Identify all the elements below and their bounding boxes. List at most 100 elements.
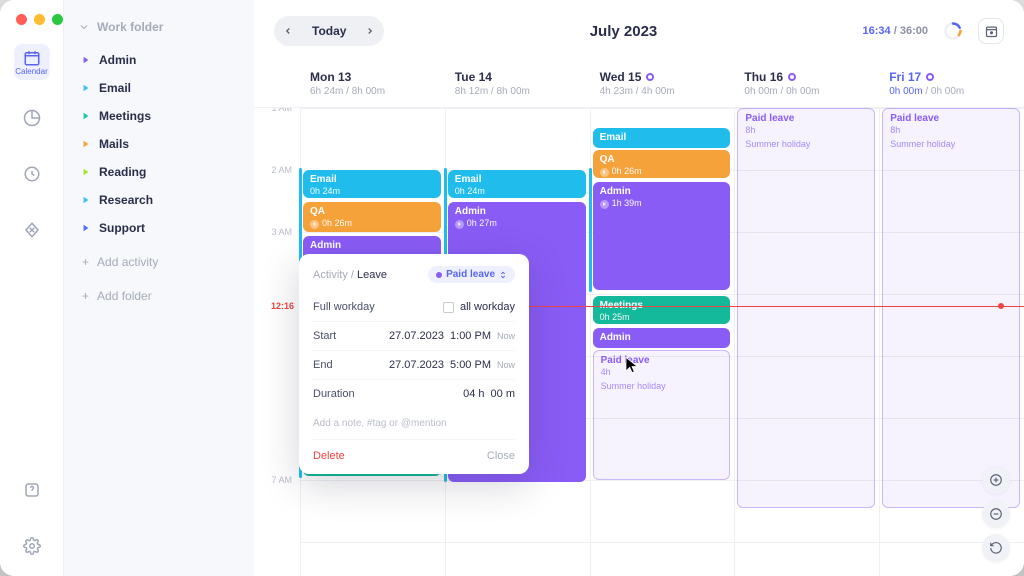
calendar-event[interactable]: Email [593,128,731,148]
sidebar-activity[interactable]: Mails [78,130,240,158]
calendar-event[interactable]: QA⏸0h 26m [303,202,441,232]
day-tracked: 0h 00m [744,86,777,97]
day-tracked: 6h 24m [310,86,343,97]
day-column[interactable]: Paid leave8hSummer holiday [734,108,879,576]
rail-settings[interactable] [14,528,50,564]
close-window-icon[interactable] [16,14,27,25]
calendar-event[interactable]: Admin⏸1h 39m [593,182,731,290]
calendar-event[interactable]: Paid leave4hSummer holiday [593,350,731,480]
allday-checkbox[interactable] [443,302,454,313]
allday-label: all workday [460,301,515,313]
clock-icon [23,165,41,183]
diamond-sync-icon [23,221,41,239]
leave-type-tag[interactable]: Paid leave [428,266,515,283]
popup-tabs[interactable]: Activity / Leave [313,269,387,281]
progress-indicator[interactable] [940,18,966,44]
triangle-icon [82,56,90,64]
duration-hours[interactable]: 04 h [463,388,484,400]
zoom-reset-button[interactable] [982,534,1010,562]
close-button[interactable]: Close [487,450,515,462]
zoom-in-button[interactable] [982,466,1010,494]
day-label: Fri 17 [889,70,921,84]
prev-button[interactable] [274,17,302,45]
popup-tab-leave[interactable]: Leave [357,269,387,281]
gear-icon [23,537,41,555]
calendar-view-button[interactable] [978,18,1004,44]
sidebar-activity[interactable]: Support [78,214,240,242]
event-duration: 0h 24m [455,186,579,196]
event-duration: 8h [890,125,1012,135]
day-header[interactable]: Fri 170h 00m / 0h 00m [879,62,1024,107]
add-folder-label: Add folder [97,289,152,303]
calendar-event[interactable]: Meetings0h 25m [593,296,731,324]
sidebar-activity[interactable]: Reading [78,158,240,186]
sidebar-activity[interactable]: Meetings [78,102,240,130]
progress-ring-icon [943,21,963,41]
sidebar-activity[interactable]: Email [78,74,240,102]
event-extra: Summer holiday [745,139,867,149]
folder-header[interactable]: Work folder [78,20,240,34]
start-time[interactable]: 1:00 PM [450,330,491,342]
activity-label: Admin [99,53,136,67]
start-date[interactable]: 27.07.2023 [389,330,444,342]
calendar-event[interactable]: Paid leave8hSummer holiday [737,108,875,508]
event-duration: 8h [745,125,867,135]
calendar-event[interactable]: Admin [593,328,731,348]
event-duration: ⏸0h 27m [455,218,579,229]
plus-circle-icon [989,473,1003,487]
zoom-out-button[interactable] [982,500,1010,528]
days-header: Mon 136h 24m / 8h 00mTue 148h 12m / 8h 0… [254,62,1024,108]
rail-timers[interactable] [14,156,50,192]
event-title: QA [600,154,724,165]
end-now-link[interactable]: Now [497,360,515,370]
rail-calendar[interactable]: Calendar [14,44,50,80]
start-now-link[interactable]: Now [497,331,515,341]
calendar-event[interactable]: Email0h 24m [448,170,586,198]
end-time[interactable]: 5:00 PM [450,359,491,371]
calendar-event[interactable]: QA⏸0h 26m [593,150,731,178]
day-label: Thu 16 [744,70,783,84]
day-header[interactable]: Mon 136h 24m / 8h 00m [300,62,445,107]
tracked-time: 16:34 [863,25,891,37]
end-label: End [313,359,333,371]
rail-sync[interactable] [14,212,50,248]
rail-help[interactable] [14,472,50,508]
calendar-title: July 2023 [398,23,848,40]
delete-button[interactable]: Delete [313,450,345,462]
calendar-event[interactable]: Email0h 24m [303,170,441,198]
sidebar-activity[interactable]: Research [78,186,240,214]
day-header[interactable]: Thu 16 0h 00m / 0h 00m [734,62,879,107]
next-button[interactable] [356,17,384,45]
pause-icon: ⏸ [310,220,319,229]
add-activity-label: Add activity [97,255,158,269]
calendar-icon [23,49,41,67]
dot-icon [436,272,442,278]
sidebar-activity[interactable]: Admin [78,46,240,74]
day-column[interactable]: EmailQA⏸0h 26mAdmin⏸1h 39mMeetings0h 25m… [590,108,735,576]
day-header[interactable]: Tue 148h 12m / 8h 00m [445,62,590,107]
minimize-window-icon[interactable] [34,14,45,25]
event-title: Email [455,174,579,185]
duration-minutes[interactable]: 00 m [491,388,515,400]
popup-tab-activity[interactable]: Activity [313,269,348,281]
traffic-lights [16,14,63,25]
day-target: / 0h 00m [778,86,820,97]
leave-dot-icon [788,73,796,81]
day-track-bar [589,168,592,292]
hours-column: 1 AM2 AM3 AM7 AM12:16 [254,108,300,576]
duration-label: Duration [313,388,355,400]
triangle-icon [82,112,90,120]
add-folder-button[interactable]: + Add folder [78,282,240,310]
note-input[interactable]: Add a note, #tag or @mention [313,408,515,440]
day-header[interactable]: Wed 154h 23m / 4h 00m [590,62,735,107]
triangle-icon [82,224,90,232]
rail-reports[interactable] [14,100,50,136]
event-duration: ⏸0h 26m [600,166,724,177]
date-nav: Today [274,16,384,46]
today-button[interactable]: Today [302,18,356,44]
maximize-window-icon[interactable] [52,14,63,25]
event-extra: Summer holiday [890,139,1012,149]
end-date[interactable]: 27.07.2023 [389,359,444,371]
add-activity-button[interactable]: + Add activity [78,248,240,276]
hour-label: 1 AM [271,108,292,113]
